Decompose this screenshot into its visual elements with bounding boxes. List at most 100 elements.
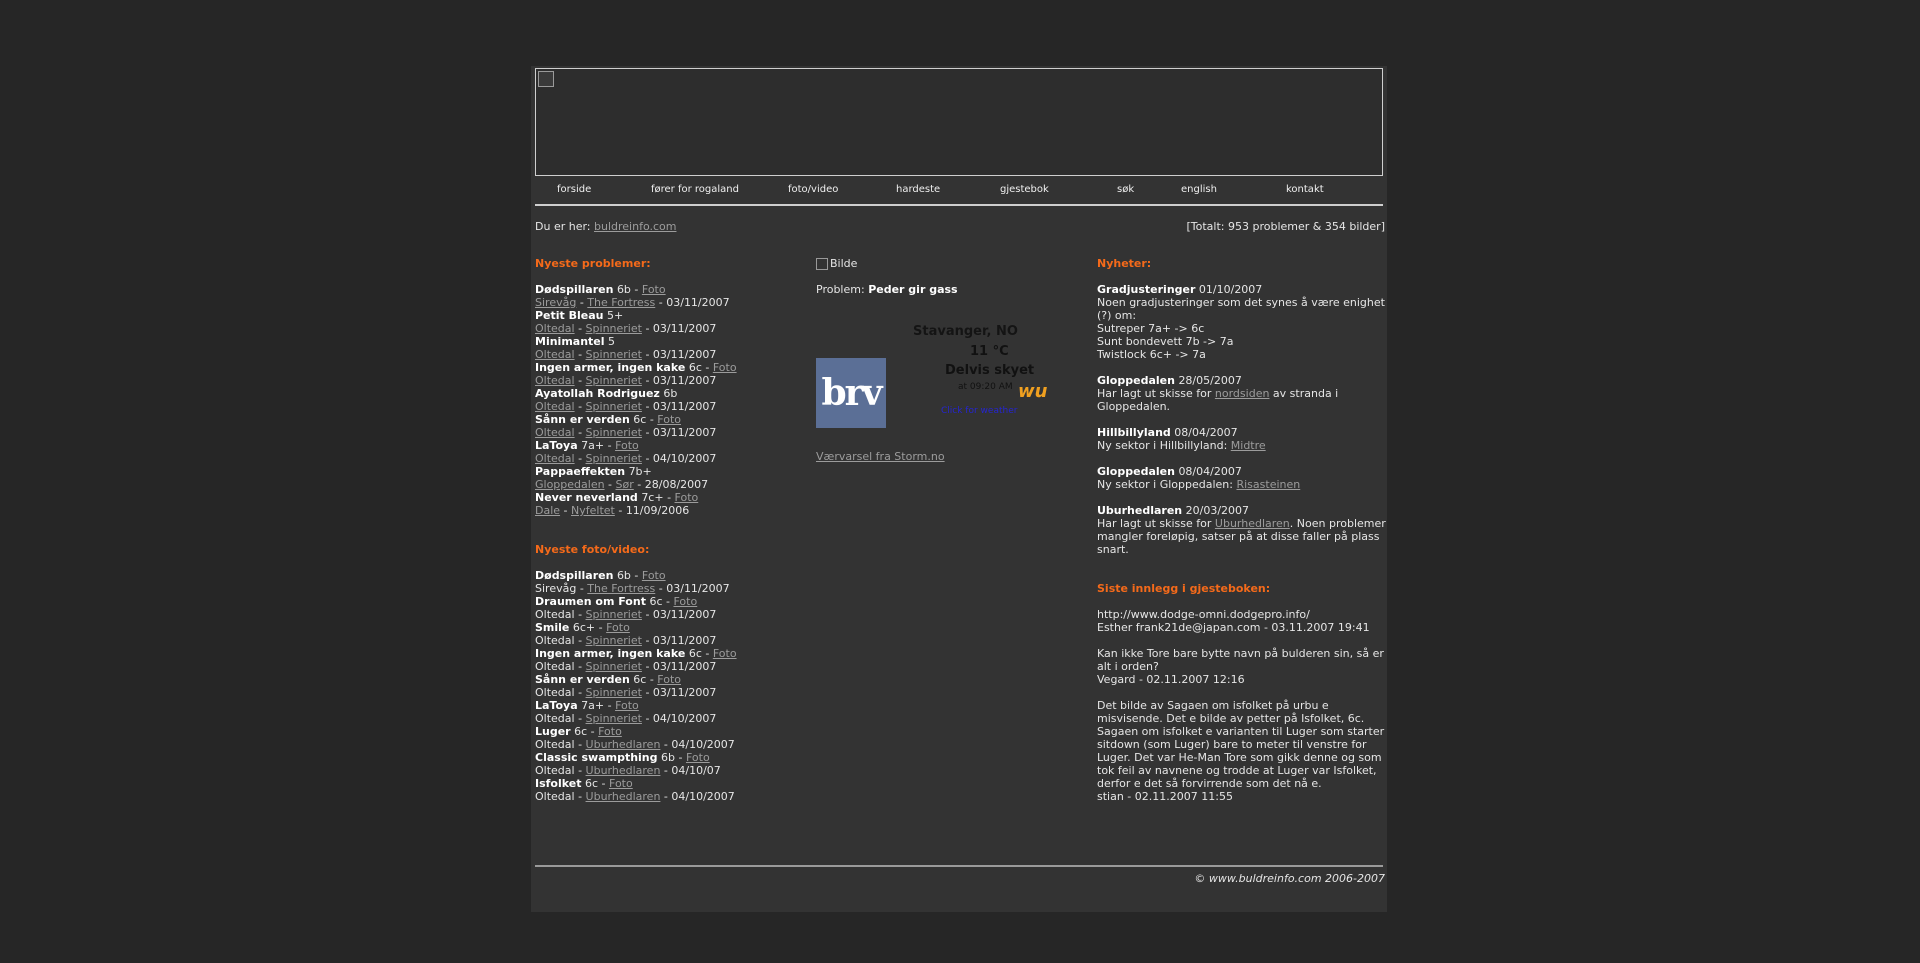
sector-link[interactable]: Spinneriet — [586, 322, 642, 335]
foto-link[interactable]: Foto — [713, 647, 737, 660]
problem-name[interactable]: Luger — [535, 725, 571, 738]
news-link[interactable]: Uburhedlaren — [1215, 517, 1290, 530]
area-link[interactable]: Oltedal — [535, 374, 575, 387]
sector-link[interactable]: The Fortress — [587, 296, 655, 309]
newest-media-heading: Nyeste foto/video: — [535, 543, 650, 556]
area-link[interactable]: Oltedal — [535, 348, 575, 361]
problem-name[interactable]: Sånn er verden — [535, 673, 630, 686]
sector-link[interactable]: Spinneriet — [586, 712, 642, 725]
storm-weather-link[interactable]: Værvarsel fra Storm.no — [816, 450, 945, 463]
nav-divider — [535, 204, 1383, 206]
guestbook-entry: Det bilde av Sagaen om isfolket på urbu … — [1097, 699, 1387, 803]
wunderground-logo-icon[interactable]: wu — [1018, 383, 1047, 401]
foto-link[interactable]: Foto — [713, 361, 737, 374]
nav-gjestebok[interactable]: gjestebok — [1000, 184, 1049, 195]
foto-link[interactable]: Foto — [686, 751, 710, 764]
news-line: Sunt bondevett 7b -> 7a — [1097, 335, 1234, 348]
sector-link[interactable]: Nyfeltet — [571, 504, 615, 517]
breadcrumb-home-link[interactable]: buldreinfo.com — [594, 220, 676, 233]
area-link[interactable]: Oltedal — [535, 322, 575, 335]
problem-name[interactable]: Classic swampthing — [535, 751, 658, 764]
weather-click-link[interactable]: Click for weather — [941, 405, 1017, 418]
problem-name[interactable]: Pappaeffekten — [535, 465, 625, 478]
list-item: Minimantel 5 Oltedal - Spinneriet - 03/11… — [535, 335, 805, 361]
list-item-location-line: Oltedal - Spinneriet - 03/11/2007 — [535, 348, 717, 361]
sector-link[interactable]: Spinneriet — [586, 452, 642, 465]
area-link[interactable]: Oltedal — [535, 452, 575, 465]
nav-kontakt[interactable]: kontakt — [1286, 184, 1324, 195]
news-title-line: Gloppedalen 08/04/2007 — [1097, 465, 1387, 478]
foto-link[interactable]: Foto — [675, 491, 699, 504]
sector-link[interactable]: The Fortress — [587, 582, 655, 595]
nav-foto-video[interactable]: foto/video — [788, 184, 838, 195]
sector-link[interactable]: Spinneriet — [586, 686, 642, 699]
sector-link[interactable]: Spinneriet — [586, 374, 642, 387]
news-link[interactable]: nordsiden — [1215, 387, 1270, 400]
problem-name[interactable]: LaToya — [535, 439, 578, 452]
problem-name[interactable]: Dødspillaren — [535, 569, 613, 582]
problem-name[interactable]: Sånn er verden — [535, 413, 630, 426]
area-link[interactable]: Oltedal — [535, 426, 575, 439]
problem-name[interactable]: Ayatollah Rodriguez — [535, 387, 660, 400]
list-item-location-line: Oltedal - Spinneriet - 03/11/2007 — [535, 660, 717, 673]
footer-divider — [535, 865, 1383, 867]
nav-forside[interactable]: forside — [557, 184, 591, 195]
foto-link[interactable]: Foto — [609, 777, 633, 790]
problem-name[interactable]: Draumen om Font — [535, 595, 646, 608]
brv-logo[interactable]: brv — [816, 358, 886, 428]
sector-link[interactable]: Spinneriet — [586, 608, 642, 621]
problem-grade: 6c — [688, 361, 702, 374]
foto-link[interactable]: Foto — [642, 569, 666, 582]
news-link[interactable]: Risasteinen — [1236, 478, 1300, 491]
area-link[interactable]: Gloppedalen — [535, 478, 605, 491]
problem-name[interactable]: Petit Bleau — [535, 309, 604, 322]
nav-english[interactable]: english — [1181, 184, 1217, 195]
list-item-title-line: LaToya 7a+ - Foto — [535, 439, 639, 452]
news-title: Gloppedalen — [1097, 374, 1175, 387]
guestbook-entry: http://www.dodge-omni.dodgepro.info/Esth… — [1097, 608, 1387, 634]
problem-grade: 6c — [633, 413, 647, 426]
list-item-location-line: Dale - Nyfeltet - 11/09/2006 — [535, 504, 690, 517]
news-body: Ny sektor i Hillbillyland: Midtre — [1097, 439, 1387, 452]
foto-link[interactable]: Foto — [615, 439, 639, 452]
nav-sok[interactable]: søk — [1117, 184, 1134, 195]
featured-image[interactable]: Bilde — [816, 257, 1086, 270]
sector-link[interactable]: Spinneriet — [586, 348, 642, 361]
foto-link[interactable]: Foto — [657, 413, 681, 426]
sector-link[interactable]: Spinneriet — [586, 426, 642, 439]
news-heading: Nyheter: — [1097, 257, 1152, 270]
list-item-title-line: Petit Bleau 5+ — [535, 309, 805, 322]
sector-link[interactable]: Uburhedlaren — [586, 738, 661, 751]
foto-link[interactable]: Foto — [615, 699, 639, 712]
list-item: LaToya 7a+ - Foto Oltedal - Spinneriet - … — [535, 699, 805, 725]
foto-link[interactable]: Foto — [598, 725, 622, 738]
sector-link[interactable]: Spinneriet — [586, 400, 642, 413]
problem-name[interactable]: Isfolket — [535, 777, 582, 790]
area-link[interactable]: Sirevåg — [535, 296, 576, 309]
problem-name[interactable]: Smile — [535, 621, 569, 634]
news-date: 08/04/2007 — [1178, 465, 1242, 478]
nav-forer-for-rogaland[interactable]: fører for rogaland — [651, 184, 739, 195]
problem-name[interactable]: Never neverland — [535, 491, 638, 504]
area-link[interactable]: Dale — [535, 504, 560, 517]
nav-hardeste[interactable]: hardeste — [896, 184, 940, 195]
problem-name[interactable]: Dødspillaren — [535, 283, 613, 296]
news-line: Sutreper 7a+ -> 6c — [1097, 322, 1205, 335]
problem-name[interactable]: LaToya — [535, 699, 578, 712]
problem-name[interactable]: Ingen armer, ingen kake — [535, 647, 685, 660]
sector-link[interactable]: Spinneriet — [586, 634, 642, 647]
foto-link[interactable]: Foto — [606, 621, 630, 634]
news-link[interactable]: Midtre — [1231, 439, 1266, 452]
sector-link[interactable]: Uburhedlaren — [586, 790, 661, 803]
sector-link[interactable]: Uburhedlaren — [586, 764, 661, 777]
sector-link[interactable]: Sør — [616, 478, 634, 491]
problem-name[interactable]: Minimantel — [535, 335, 605, 348]
foto-link[interactable]: Foto — [657, 673, 681, 686]
foto-link[interactable]: Foto — [642, 283, 666, 296]
sector-link[interactable]: Spinneriet — [586, 660, 642, 673]
problem-name[interactable]: Ingen armer, ingen kake — [535, 361, 685, 374]
foto-link[interactable]: Foto — [673, 595, 697, 608]
breadcrumb: Du er her: buldreinfo.com — [535, 220, 676, 233]
list-item: Luger 6c - Foto Oltedal - Uburhedlaren - … — [535, 725, 805, 751]
area-link[interactable]: Oltedal — [535, 400, 575, 413]
